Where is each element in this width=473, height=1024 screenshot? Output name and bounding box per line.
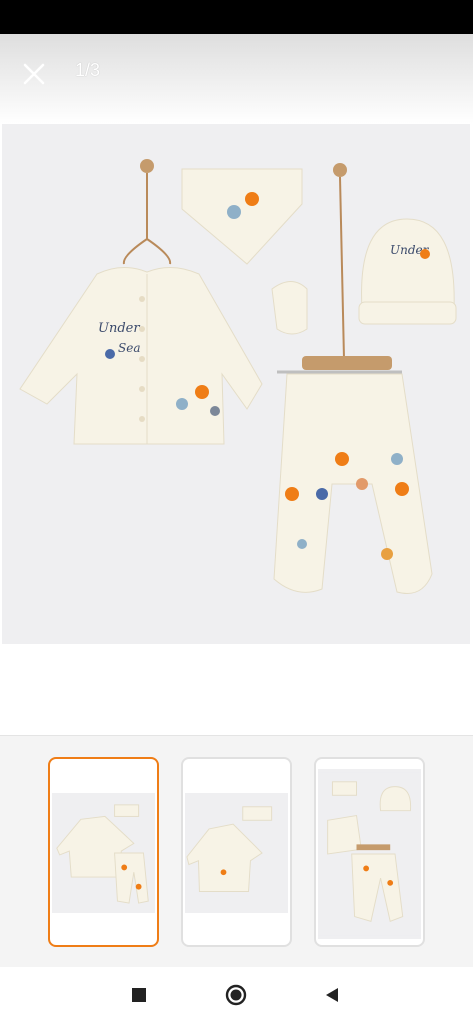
image-counter: 1/3	[75, 60, 101, 80]
thumbnail-2[interactable]	[181, 757, 292, 947]
square-icon[interactable]	[127, 983, 151, 1007]
system-nav-bar	[0, 967, 473, 1024]
product-image[interactable]: Under Sea Under	[2, 124, 470, 644]
svg-text:Sea: Sea	[118, 341, 140, 355]
thumbnail-strip	[0, 735, 473, 967]
thumbnail-image-2	[185, 793, 288, 913]
circle-icon[interactable]	[224, 983, 248, 1007]
thumbnail-3[interactable]	[314, 757, 425, 947]
thumbnail-1[interactable]	[48, 757, 159, 947]
triangle-back-icon[interactable]	[320, 983, 344, 1007]
viewer-header: 1/3	[0, 34, 473, 124]
thumbnail-image-3	[318, 769, 421, 939]
thumbnail-image-1	[52, 793, 155, 913]
svg-text:Under: Under	[98, 321, 140, 336]
status-bar	[0, 0, 473, 34]
close-icon[interactable]	[18, 58, 50, 90]
